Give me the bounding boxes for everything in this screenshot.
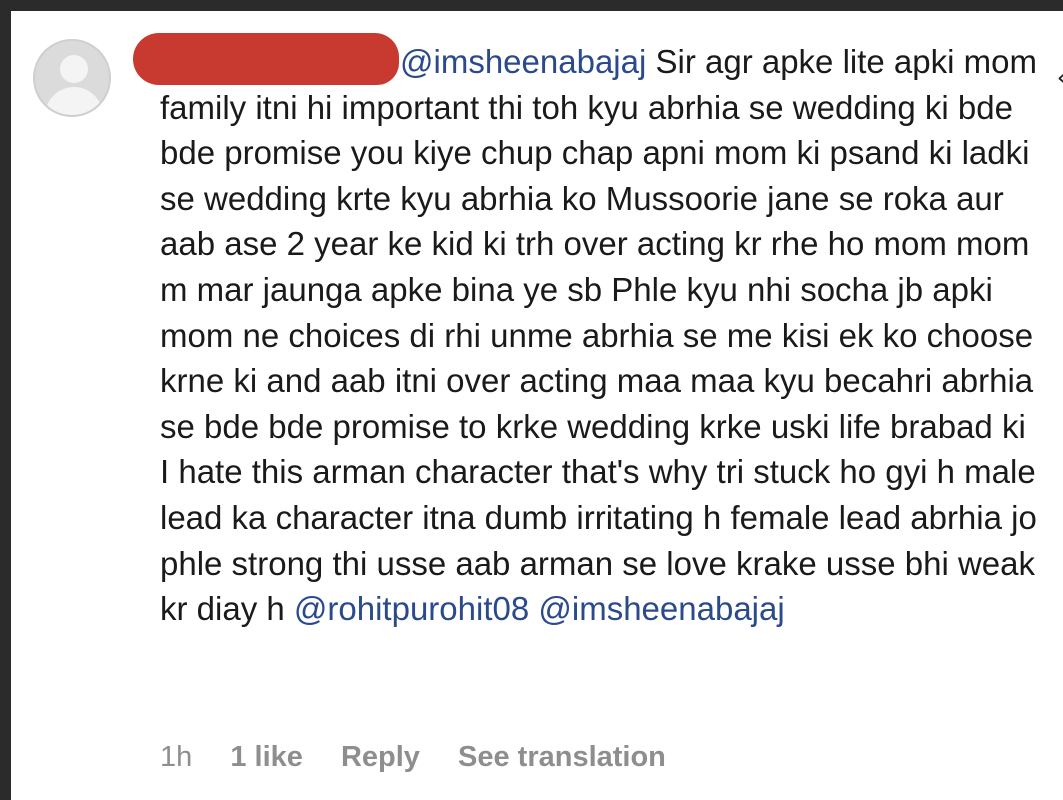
see-translation-button[interactable]: See translation	[458, 741, 666, 774]
comment-actions: 1h 1 like Reply See translation	[160, 741, 696, 774]
edge-bracket-icon: ‹	[1057, 63, 1063, 93]
comment-body: @imsheenabajaj Sir agr apke lite apki mo…	[160, 39, 1040, 632]
avatar-head-shape	[60, 55, 88, 83]
comment-timestamp: 1h	[160, 741, 193, 773]
avatar[interactable]	[33, 39, 111, 117]
mention-link[interactable]: @imsheenabajaj	[400, 43, 646, 80]
likes-count-button[interactable]: 1 like	[230, 741, 303, 774]
avatar-body-shape	[45, 87, 103, 115]
comment-text: Sir agr apke lite apki mom family itni h…	[160, 43, 1037, 628]
mention-link[interactable]: @imsheenabajaj	[538, 590, 784, 627]
reply-button[interactable]: Reply	[341, 741, 420, 774]
comment-card: ‹ @imsheenabajaj Sir agr apke lite apki …	[11, 11, 1063, 800]
mention-link[interactable]: @rohitpurohit08	[294, 590, 529, 627]
